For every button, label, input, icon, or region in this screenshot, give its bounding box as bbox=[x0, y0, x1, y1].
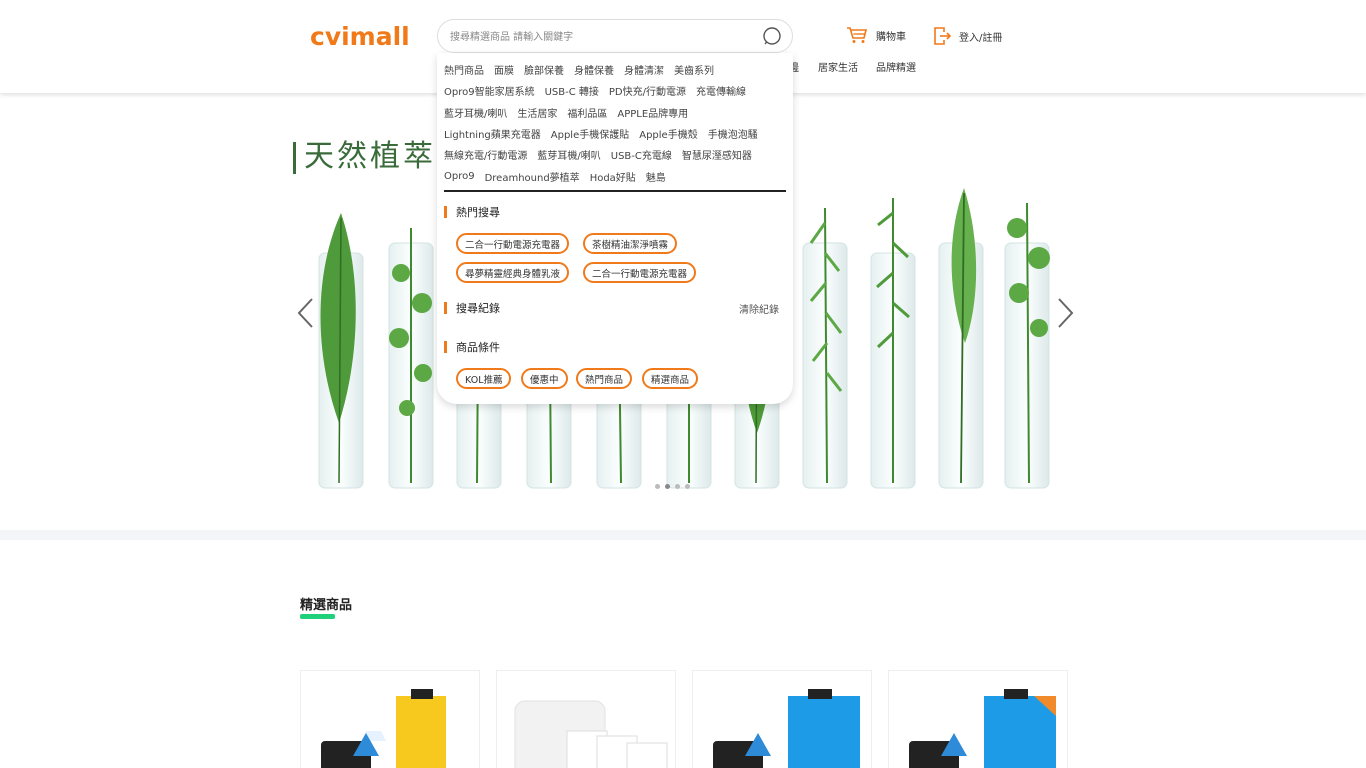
keyword-link[interactable]: 身體清潔 bbox=[624, 62, 664, 77]
keyword-link[interactable]: USB-C 轉接 bbox=[545, 83, 599, 98]
search-box[interactable] bbox=[437, 19, 793, 53]
keyword-link[interactable]: 熱門商品 bbox=[444, 62, 484, 77]
keyword-row: Opro9智能家居系統 USB-C 轉接 PD快充/行動電源 充電傳輸線 bbox=[444, 80, 786, 101]
section-separator bbox=[0, 530, 1366, 540]
product-card[interactable] bbox=[300, 670, 480, 768]
hot-search-tag[interactable]: 二合一行動電源充電器 bbox=[456, 233, 570, 254]
keyword-link[interactable]: 智慧尿溼感知器 bbox=[682, 147, 752, 162]
keyword-row: 藍牙耳機/喇叭 生活居家 福利品區 APPLE品牌專用 bbox=[444, 102, 786, 123]
banner-next-arrow-icon[interactable] bbox=[1055, 298, 1075, 328]
product-card[interactable] bbox=[692, 670, 872, 768]
keyword-link[interactable]: Opro9智能家居系統 bbox=[444, 83, 535, 98]
product-card[interactable] bbox=[888, 670, 1068, 768]
banner-pagination bbox=[655, 484, 690, 489]
hot-search-tag[interactable]: 茶樹精油潔淨噴霧 bbox=[583, 233, 678, 254]
clear-history-button[interactable]: 清除紀錄 bbox=[739, 301, 779, 316]
keyword-link[interactable]: Dreamhound夢植萃 bbox=[485, 169, 580, 184]
keyword-link[interactable]: 無線充電/行動電源 bbox=[444, 147, 527, 162]
dropdown-divider bbox=[444, 190, 786, 192]
keyword-link[interactable]: Hoda好貼 bbox=[590, 169, 636, 184]
cart-label: 購物車 bbox=[876, 31, 906, 43]
banner-dot[interactable] bbox=[655, 484, 660, 489]
keyword-link[interactable]: 藍芽耳機/喇叭 bbox=[537, 147, 600, 162]
product-image bbox=[514, 700, 668, 768]
product-card[interactable] bbox=[496, 670, 676, 768]
login-label: 登入/註冊 bbox=[959, 32, 1003, 44]
search-dropdown: 熱門商品 面膜 臉部保養 身體保養 身體清潔 美齒系列 Opro9智能家居系統 … bbox=[437, 53, 793, 404]
banner-dot[interactable] bbox=[675, 484, 680, 489]
condition-tag-featured[interactable]: 精選商品 bbox=[642, 368, 699, 389]
keyword-link[interactable]: Apple手機保護貼 bbox=[551, 126, 629, 141]
product-image bbox=[909, 689, 1056, 768]
hot-search-tag[interactable]: 二合一行動電源充電器 bbox=[583, 262, 697, 283]
keyword-link[interactable]: 生活居家 bbox=[517, 105, 557, 120]
keyword-row: Opro9 Dreamhound夢植萃 Hoda好貼 魅島 bbox=[444, 165, 786, 186]
login-button[interactable]: 登入/註冊 bbox=[933, 26, 1002, 46]
keyword-list: 熱門商品 面膜 臉部保養 身體保養 身體清潔 美齒系列 Opro9智能家居系統 … bbox=[444, 59, 786, 187]
search-icon[interactable] bbox=[762, 26, 782, 46]
condition-tag-hot[interactable]: 熱門商品 bbox=[576, 368, 633, 389]
cart-icon bbox=[847, 27, 868, 43]
cart-button[interactable]: 購物車 bbox=[846, 26, 906, 44]
condition-tag-kol[interactable]: KOL推薦 bbox=[456, 368, 512, 389]
keyword-link[interactable]: 身體保養 bbox=[574, 62, 614, 77]
keyword-row: 無線充電/行動電源 藍芽耳機/喇叭 USB-C充電線 智慧尿溼感知器 bbox=[444, 144, 786, 165]
featured-title: 精選商品 bbox=[300, 598, 353, 613]
nav-item-brands[interactable]: 品牌精選 bbox=[876, 59, 916, 74]
keyword-link[interactable]: 藍牙耳機/喇叭 bbox=[444, 105, 507, 120]
keyword-link[interactable]: Apple手機殼 bbox=[639, 126, 697, 141]
keyword-link[interactable]: PD快充/行動電源 bbox=[609, 83, 686, 98]
keyword-link[interactable]: Opro9 bbox=[444, 171, 475, 182]
hot-search-heading: 熱門搜尋 bbox=[444, 204, 500, 220]
banner-dot-active[interactable] bbox=[665, 484, 670, 489]
keyword-link[interactable]: Lightning蘋果充電器 bbox=[444, 126, 541, 141]
keyword-link[interactable]: 美齒系列 bbox=[674, 62, 714, 77]
banner-dot[interactable] bbox=[685, 484, 690, 489]
nav-item-home-living[interactable]: 居家生活 bbox=[818, 59, 858, 74]
product-image bbox=[713, 689, 860, 768]
search-input[interactable] bbox=[450, 27, 750, 47]
keyword-link[interactable]: USB-C充電線 bbox=[611, 147, 672, 162]
site-logo[interactable]: cvimall bbox=[310, 22, 410, 51]
condition-tag-discount[interactable]: 優惠中 bbox=[521, 368, 568, 389]
search-history-heading: 搜尋紀錄 bbox=[444, 300, 500, 316]
product-image bbox=[321, 689, 446, 768]
hot-search-tag[interactable]: 尋夢精靈經典身體乳液 bbox=[456, 262, 570, 283]
keyword-link[interactable]: APPLE品牌專用 bbox=[617, 105, 688, 120]
keyword-link[interactable]: 手機泡泡騷 bbox=[708, 126, 758, 141]
login-icon bbox=[934, 27, 951, 45]
keyword-row: 熱門商品 面膜 臉部保養 身體保養 身體清潔 美齒系列 bbox=[444, 59, 786, 80]
keyword-link[interactable]: 面膜 bbox=[494, 62, 514, 77]
keyword-link[interactable]: 充電傳輸線 bbox=[696, 83, 746, 98]
keyword-row: Lightning蘋果充電器 Apple手機保護貼 Apple手機殼 手機泡泡騷 bbox=[444, 123, 786, 144]
banner-prev-arrow-icon[interactable] bbox=[296, 298, 316, 328]
keyword-link[interactable]: 臉部保養 bbox=[524, 62, 564, 77]
featured-underline bbox=[300, 614, 335, 619]
keyword-link[interactable]: 福利品區 bbox=[567, 105, 607, 120]
keyword-link[interactable]: 魅島 bbox=[646, 169, 666, 184]
conditions-heading: 商品條件 bbox=[444, 339, 500, 355]
